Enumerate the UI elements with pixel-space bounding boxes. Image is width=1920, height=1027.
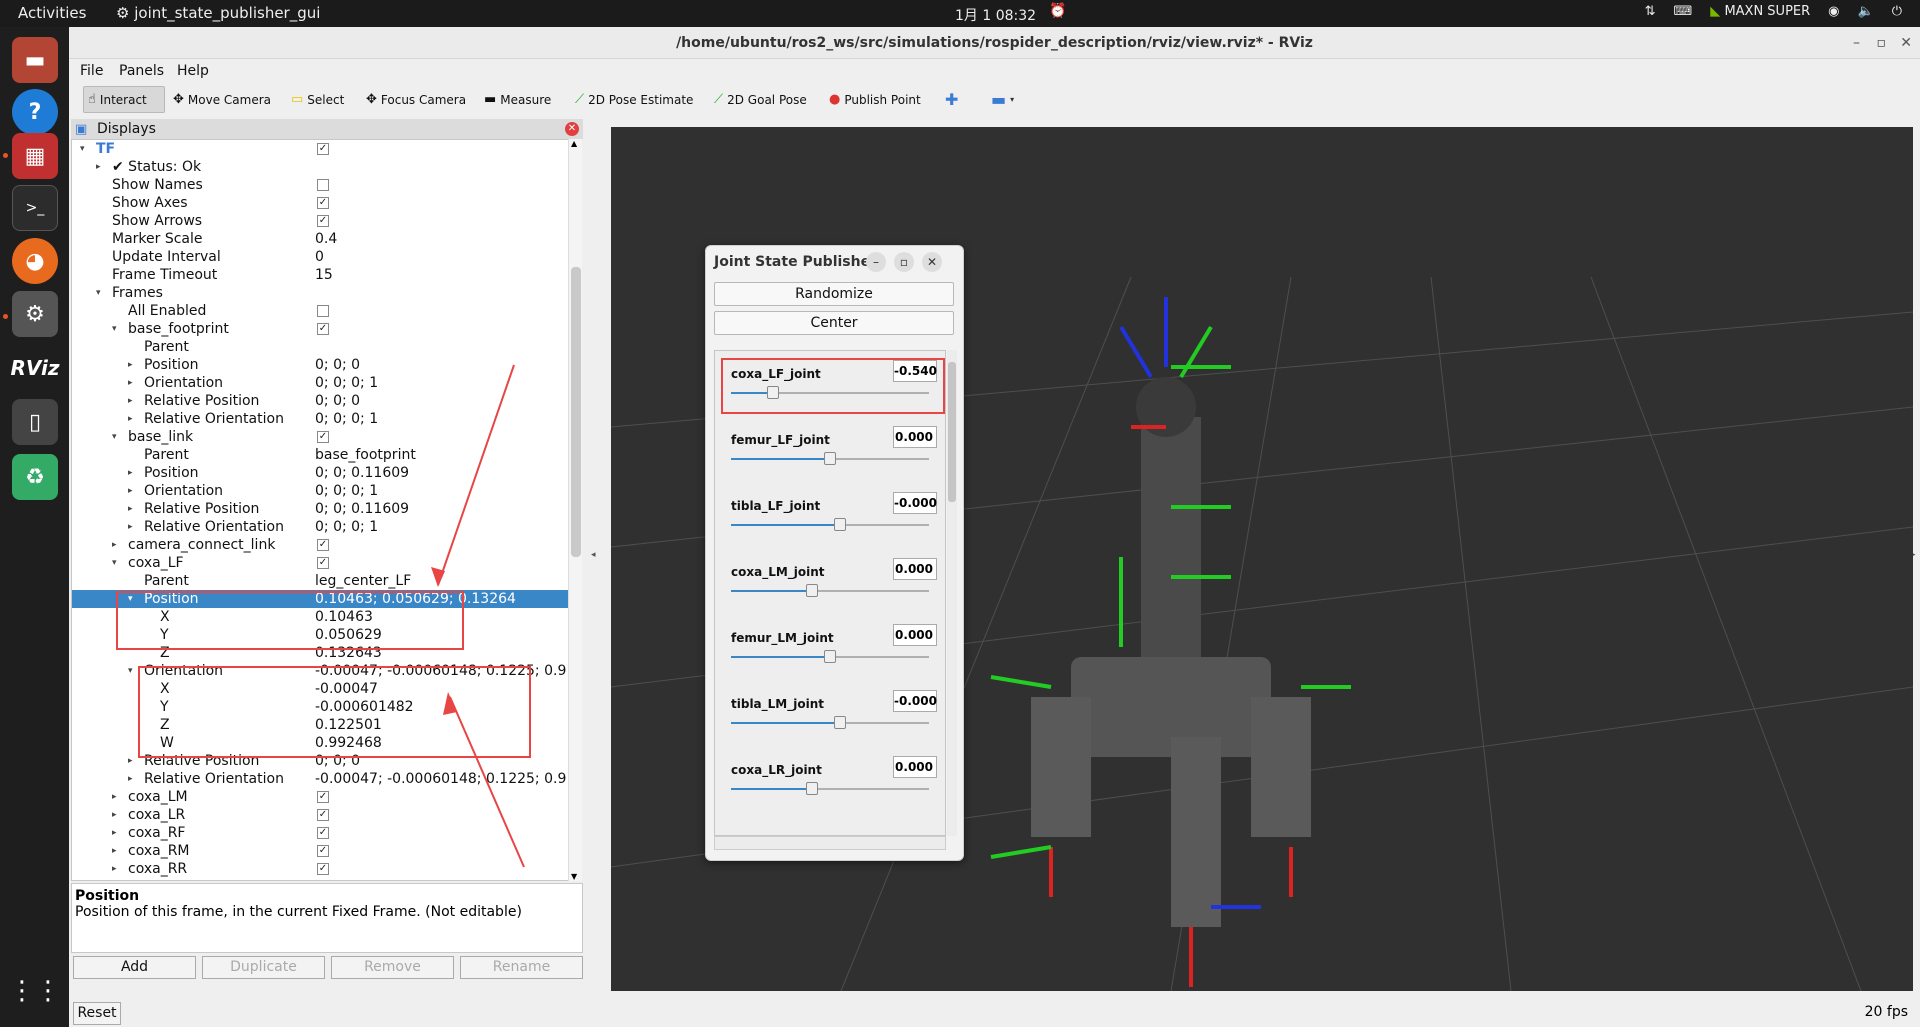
- app-grid-icon[interactable]: ⋮⋮: [9, 968, 61, 1014]
- reset-button[interactable]: Reset: [73, 1002, 121, 1025]
- nvidia-icon: ◣: [1710, 4, 1725, 19]
- firefox-icon[interactable]: ◕: [12, 238, 58, 284]
- hardware-app-icon[interactable]: ▦: [12, 133, 58, 179]
- joint-row: tibla_LF_joint -0.000: [715, 483, 945, 549]
- joint-list: coxa_LF_joint -0.540 femur_LF_joint 0.000 ti…: [714, 350, 946, 836]
- joint-row: coxa_LR_joint 0.000: [715, 747, 945, 813]
- joint-list-hscrollbar[interactable]: [714, 836, 946, 850]
- files-icon[interactable]: ▬: [12, 37, 58, 83]
- dock: ▬ ? ▦ >_ ◕ ⚙ RViz ▯ ♻ ⋮⋮: [0, 27, 69, 1027]
- joint-value-field[interactable]: -0.000: [893, 492, 937, 514]
- trash-icon[interactable]: ♻: [12, 454, 58, 500]
- add-button[interactable]: Add: [73, 956, 196, 979]
- joint-value-field[interactable]: 0.000: [893, 756, 937, 778]
- maximize-button[interactable]: ▫: [1877, 27, 1887, 59]
- slider-handle[interactable]: [806, 584, 819, 597]
- fps-counter: 20 fps: [1864, 1004, 1908, 1020]
- power-icon: ⏻: [1891, 4, 1902, 19]
- joint-row: femur_LF_joint 0.000: [715, 417, 945, 483]
- terminal-icon[interactable]: >_: [12, 185, 58, 231]
- joint-name: coxa_LM_joint: [731, 565, 825, 579]
- clock[interactable]: 1月 1 08:32: [955, 5, 1036, 25]
- joint-row: femur_LM_joint 0.000: [715, 615, 945, 681]
- joint-value-field[interactable]: 0.000: [893, 558, 937, 580]
- publish-point-tool[interactable]: ● Publish Point: [825, 86, 925, 113]
- jsp-close-button[interactable]: ✕: [922, 252, 942, 272]
- joint-name: tibla_LF_joint: [731, 499, 821, 513]
- system-tray[interactable]: ⇅ ⌨ ◣ MAXN SUPER ◉ 🔈 ⏻: [1645, 4, 1902, 19]
- joint-value-field[interactable]: 0.000: [893, 426, 937, 448]
- slider-fill: [731, 656, 830, 658]
- joint-row: tibla_LM_joint -0.000: [715, 681, 945, 747]
- joint-slider[interactable]: [731, 584, 929, 597]
- wifi-icon: ◉: [1828, 4, 1840, 19]
- joint-row: coxa_LM_joint 0.000: [715, 549, 945, 615]
- slider-fill: [731, 458, 830, 460]
- rviz-window: /home/ubuntu/ros2_ws/src/simulations/ros…: [69, 27, 1920, 1027]
- joint-name: tibla_LM_joint: [731, 697, 824, 711]
- focused-app-name[interactable]: ⚙ joint_state_publisher_gui: [116, 4, 320, 22]
- status-bar: Reset 20 fps: [69, 1000, 1920, 1027]
- slider-handle[interactable]: [824, 452, 836, 465]
- slider-fill: [731, 722, 840, 724]
- slider-fill: [731, 524, 840, 526]
- settings-icon[interactable]: ⚙: [12, 291, 58, 337]
- jsp-maximize-button[interactable]: ▫: [894, 252, 914, 272]
- joint-slider[interactable]: [731, 782, 929, 795]
- volume-icon: 🔈: [1857, 4, 1874, 19]
- annotation-arrows: [431, 364, 525, 868]
- app-icon: ⚙: [116, 4, 135, 22]
- rviz-icon[interactable]: RViz: [10, 345, 59, 391]
- close-button[interactable]: ✕: [1900, 27, 1912, 59]
- add-tool-button[interactable]: ✚: [941, 86, 962, 113]
- plus-icon: ✚: [945, 90, 959, 109]
- remove-button[interactable]: Remove: [331, 956, 454, 979]
- randomize-button[interactable]: Randomize: [714, 282, 954, 306]
- scrollbar-thumb[interactable]: [948, 362, 956, 502]
- goal-arrow-icon: ⟋: [714, 92, 724, 107]
- goal-pose-tool[interactable]: ⟋ 2D Goal Pose: [710, 86, 811, 113]
- joint-name: femur_LF_joint: [731, 433, 830, 447]
- help-icon[interactable]: ?: [12, 89, 58, 135]
- running-indicator: [3, 314, 8, 319]
- joint-list-scrollbar[interactable]: [947, 350, 957, 836]
- joint-slider[interactable]: [731, 650, 929, 663]
- joint-slider[interactable]: [731, 716, 929, 729]
- chevron-down-icon: ▾: [1010, 95, 1015, 104]
- robot-body: [1031, 377, 1311, 927]
- remove-tool-button[interactable]: ▬ ▾: [987, 86, 1018, 113]
- joint-slider[interactable]: [731, 518, 929, 531]
- center-button[interactable]: Center: [714, 311, 954, 335]
- slider-handle[interactable]: [824, 650, 836, 663]
- joint-slider[interactable]: [731, 452, 929, 465]
- slider-fill: [731, 788, 813, 790]
- minimize-button[interactable]: –: [1853, 27, 1860, 59]
- window-title: /home/ubuntu/ros2_ws/src/simulations/ros…: [676, 35, 1313, 51]
- joint-value-field[interactable]: 0.000: [893, 624, 937, 646]
- keyboard-icon: ⌨: [1673, 4, 1693, 19]
- alarm-icon: ⏰: [1049, 3, 1067, 19]
- system-top-bar: Activities ⚙ joint_state_publisher_gui 1…: [0, 0, 1920, 27]
- slider-handle[interactable]: [806, 782, 819, 795]
- minus-icon: ▬: [991, 90, 1007, 109]
- gpu-mode[interactable]: ◣ MAXN SUPER: [1710, 4, 1810, 19]
- joint-value-field[interactable]: -0.000: [893, 690, 937, 712]
- duplicate-button[interactable]: Duplicate: [202, 956, 325, 979]
- joint-state-publisher-window: Joint State Publisher – ▫ ✕ Randomize Ce…: [705, 245, 964, 861]
- rename-button[interactable]: Rename: [460, 956, 583, 979]
- slider-handle[interactable]: [833, 716, 846, 729]
- joint-name: coxa_LR_joint: [731, 763, 822, 777]
- device-icon[interactable]: ▯: [12, 399, 58, 445]
- highlight-box-joint: [721, 358, 945, 414]
- jsp-minimize-button[interactable]: –: [866, 252, 886, 272]
- activities-button[interactable]: Activities: [18, 4, 86, 22]
- map-pin-icon: ●: [829, 92, 841, 107]
- joint-name: femur_LM_joint: [731, 631, 834, 645]
- jsp-title: Joint State Publisher: [714, 254, 877, 270]
- slider-handle[interactable]: [833, 518, 846, 531]
- running-indicator: [3, 153, 8, 158]
- slider-fill: [731, 590, 813, 592]
- network-activity-icon: ⇅: [1644, 4, 1656, 19]
